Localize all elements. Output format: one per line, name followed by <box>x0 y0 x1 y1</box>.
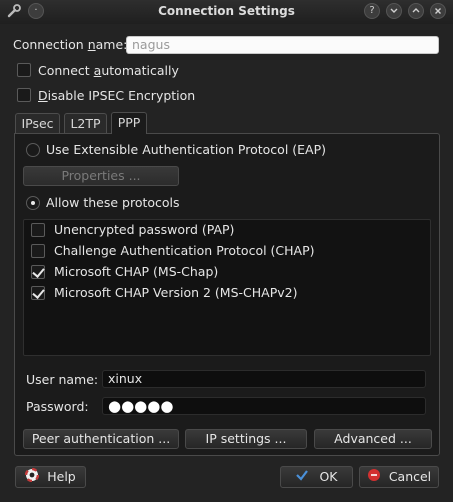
connection-name-label: Connection name: <box>13 37 128 52</box>
tab-ipsec[interactable]: IPsec <box>15 113 60 134</box>
mschapv2-label: Microsoft CHAP Version 2 (MS-CHAPv2) <box>54 285 298 300</box>
mschap-checkbox[interactable] <box>31 265 45 279</box>
disable-ipsec-checkbox[interactable] <box>17 88 31 102</box>
allow-protocols-radio[interactable] <box>26 196 40 210</box>
minimize-button[interactable] <box>386 3 402 19</box>
cancel-button[interactable]: Cancel <box>359 466 439 488</box>
peer-authentication-button[interactable]: Peer authentication ... <box>23 429 179 449</box>
connect-automatically-checkbox[interactable] <box>17 63 31 77</box>
ok-label: OK <box>319 469 338 484</box>
eap-label: Use Extensible Authentication Protocol (… <box>46 142 327 157</box>
mschapv2-checkbox[interactable] <box>31 286 45 300</box>
chap-label: Challenge Authentication Protocol (CHAP) <box>54 243 315 258</box>
ok-button[interactable]: OK <box>280 466 353 488</box>
tab-ppp[interactable]: PPP <box>111 112 147 134</box>
close-button[interactable] <box>430 3 446 19</box>
help-button[interactable]: Help <box>15 466 86 488</box>
user-name-field[interactable]: xinux <box>102 370 426 388</box>
eap-radio[interactable] <box>26 143 40 157</box>
pap-label: Unencrypted password (PAP) <box>54 222 235 237</box>
ip-settings-button[interactable]: IP settings ... <box>185 429 307 449</box>
password-field[interactable]: ●●●●● <box>102 397 426 415</box>
checkmark-icon <box>295 468 309 488</box>
properties-button[interactable]: Properties ... <box>23 166 179 186</box>
help-title-button[interactable]: ? <box>364 3 380 19</box>
mschap-label: Microsoft CHAP (MS-Chap) <box>54 264 219 279</box>
help-label: Help <box>47 469 76 484</box>
title-bar: · Connection Settings ? <box>0 0 453 24</box>
connection-name-field[interactable]: nagus <box>126 36 439 54</box>
disable-ipsec-label: Disable IPSEC Encryption <box>38 88 196 103</box>
tab-l2tp[interactable]: L2TP <box>64 113 107 134</box>
cancel-icon <box>367 468 381 488</box>
allow-protocols-label: Allow these protocols <box>46 195 180 210</box>
advanced-button[interactable]: Advanced ... <box>314 429 432 449</box>
connect-automatically-label: Connect automatically <box>38 63 179 78</box>
user-name-label: User name: <box>26 372 99 387</box>
maximize-button[interactable] <box>408 3 424 19</box>
help-icon <box>25 467 40 488</box>
pap-checkbox[interactable] <box>31 223 45 237</box>
cancel-label: Cancel <box>388 469 432 484</box>
chap-checkbox[interactable] <box>31 244 45 258</box>
password-label: Password: <box>26 399 89 414</box>
